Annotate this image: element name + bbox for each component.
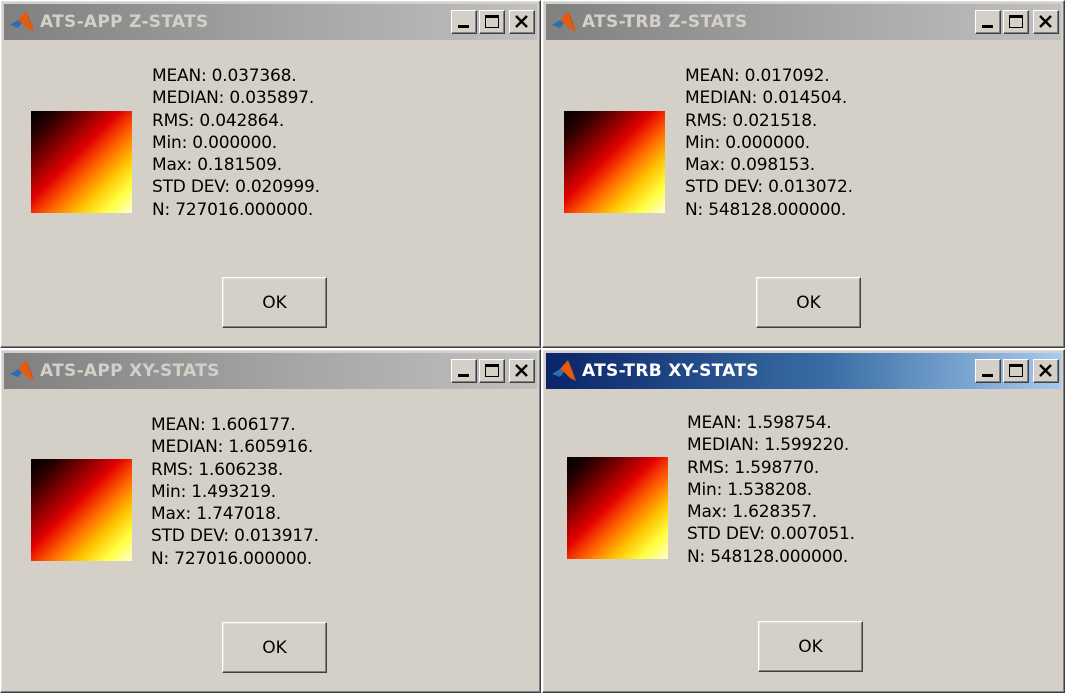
matlab-logo-icon [10, 360, 34, 381]
stat-max: Max: 0.181509. [152, 155, 282, 176]
close-icon [515, 15, 528, 28]
stat-mean: MEAN: 1.598754. [687, 413, 832, 433]
close-button[interactable] [509, 10, 535, 34]
hot-colormap-swatch [567, 457, 668, 559]
close-button[interactable] [1033, 359, 1059, 383]
hot-colormap-swatch [31, 459, 132, 561]
maximize-icon [485, 364, 499, 377]
ok-button[interactable]: OK [758, 621, 863, 672]
ok-button[interactable]: OK [222, 622, 327, 673]
title-bar[interactable]: ATS-TRB Z-STATS [546, 4, 1061, 40]
matlab-logo-icon [10, 11, 34, 32]
hot-colormap-swatch [564, 111, 665, 213]
maximize-button[interactable] [479, 359, 505, 383]
stat-median: MEDIAN: 0.014504. [685, 88, 848, 109]
maximize-icon [1009, 364, 1023, 377]
stat-max: Max: 0.098153. [685, 155, 815, 176]
minimize-button[interactable] [451, 10, 477, 34]
title-bar[interactable]: ATS-APP XY-STATS [4, 353, 537, 389]
ok-button[interactable]: OK [756, 277, 861, 328]
window-title: ATS-TRB Z-STATS [582, 12, 748, 32]
title-bar-buttons [975, 10, 1059, 34]
stat-n: N: 548128.000000. [685, 199, 847, 220]
close-icon [1039, 15, 1052, 28]
window-title: ATS-APP Z-STATS [40, 12, 209, 32]
stat-max: Max: 1.747018. [151, 504, 281, 525]
stat-median: MEDIAN: 1.599220. [687, 435, 850, 456]
title-bar-buttons [451, 359, 535, 383]
dialog-ats-app-xy-stats: ATS-APP XY-STATS MEAN: 1.606177. MEDIAN:… [0, 349, 541, 693]
minimize-icon [458, 25, 469, 28]
stat-mean: MEAN: 0.017092. [685, 66, 830, 86]
stats-list: MEAN: 0.017092. MEDIAN: 0.014504. RMS: 0… [685, 65, 853, 221]
stat-min: Min: 1.493219. [151, 481, 277, 502]
minimize-icon [458, 374, 469, 377]
minimize-button[interactable] [975, 10, 1001, 34]
stat-min: Min: 1.538208. [687, 479, 813, 500]
stat-n: N: 727016.000000. [152, 199, 314, 220]
matlab-logo-icon [552, 11, 576, 32]
title-bar-buttons [451, 10, 535, 34]
stat-min: Min: 0.000000. [152, 132, 278, 153]
maximize-button[interactable] [1003, 10, 1029, 34]
stats-list: MEAN: 1.598754. MEDIAN: 1.599220. RMS: 1… [687, 412, 855, 568]
close-button[interactable] [1033, 10, 1059, 34]
stat-max: Max: 1.628357. [687, 502, 817, 523]
close-icon [1039, 364, 1052, 377]
title-bar-buttons [975, 359, 1059, 383]
dialog-ats-trb-z-stats: ATS-TRB Z-STATS MEAN: 0.017092. MEDIAN: … [542, 0, 1065, 348]
stat-median: MEDIAN: 0.035897. [152, 88, 315, 109]
minimize-icon [982, 374, 993, 377]
maximize-button[interactable] [1003, 359, 1029, 383]
stat-std-dev: STD DEV: 0.013917. [151, 526, 319, 547]
ok-button[interactable]: OK [222, 277, 327, 328]
stats-list: MEAN: 1.606177. MEDIAN: 1.605916. RMS: 1… [151, 414, 319, 570]
minimize-button[interactable] [975, 359, 1001, 383]
hot-colormap-swatch [31, 111, 132, 213]
stat-n: N: 548128.000000. [687, 546, 849, 567]
close-icon [515, 364, 528, 377]
title-bar[interactable]: ATS-TRB XY-STATS [546, 353, 1061, 389]
window-title: ATS-APP XY-STATS [40, 361, 220, 381]
stat-std-dev: STD DEV: 0.013072. [685, 177, 853, 198]
title-bar[interactable]: ATS-APP Z-STATS [4, 4, 537, 40]
matlab-logo-icon [552, 360, 576, 381]
window-title: ATS-TRB XY-STATS [582, 361, 759, 381]
dialog-ats-app-z-stats: ATS-APP Z-STATS MEAN: 0.037368. MEDIAN: … [0, 0, 541, 348]
stat-rms: RMS: 1.598770. [687, 457, 820, 478]
stat-std-dev: STD DEV: 0.020999. [152, 177, 320, 198]
stat-rms: RMS: 0.042864. [152, 110, 285, 131]
maximize-icon [485, 15, 499, 28]
stat-min: Min: 0.000000. [685, 132, 811, 153]
close-button[interactable] [509, 359, 535, 383]
maximize-button[interactable] [479, 10, 505, 34]
stat-n: N: 727016.000000. [151, 548, 313, 569]
stat-rms: RMS: 1.606238. [151, 459, 284, 480]
maximize-icon [1009, 15, 1023, 28]
stat-mean: MEAN: 1.606177. [151, 415, 296, 435]
stat-median: MEDIAN: 1.605916. [151, 437, 314, 458]
stats-list: MEAN: 0.037368. MEDIAN: 0.035897. RMS: 0… [152, 65, 320, 221]
minimize-button[interactable] [451, 359, 477, 383]
stat-rms: RMS: 0.021518. [685, 110, 818, 131]
stat-std-dev: STD DEV: 0.007051. [687, 524, 855, 545]
dialog-ats-trb-xy-stats: ATS-TRB XY-STATS MEAN: 1.598754. MEDIAN:… [542, 349, 1065, 693]
minimize-icon [982, 25, 993, 28]
stat-mean: MEAN: 0.037368. [152, 66, 297, 86]
